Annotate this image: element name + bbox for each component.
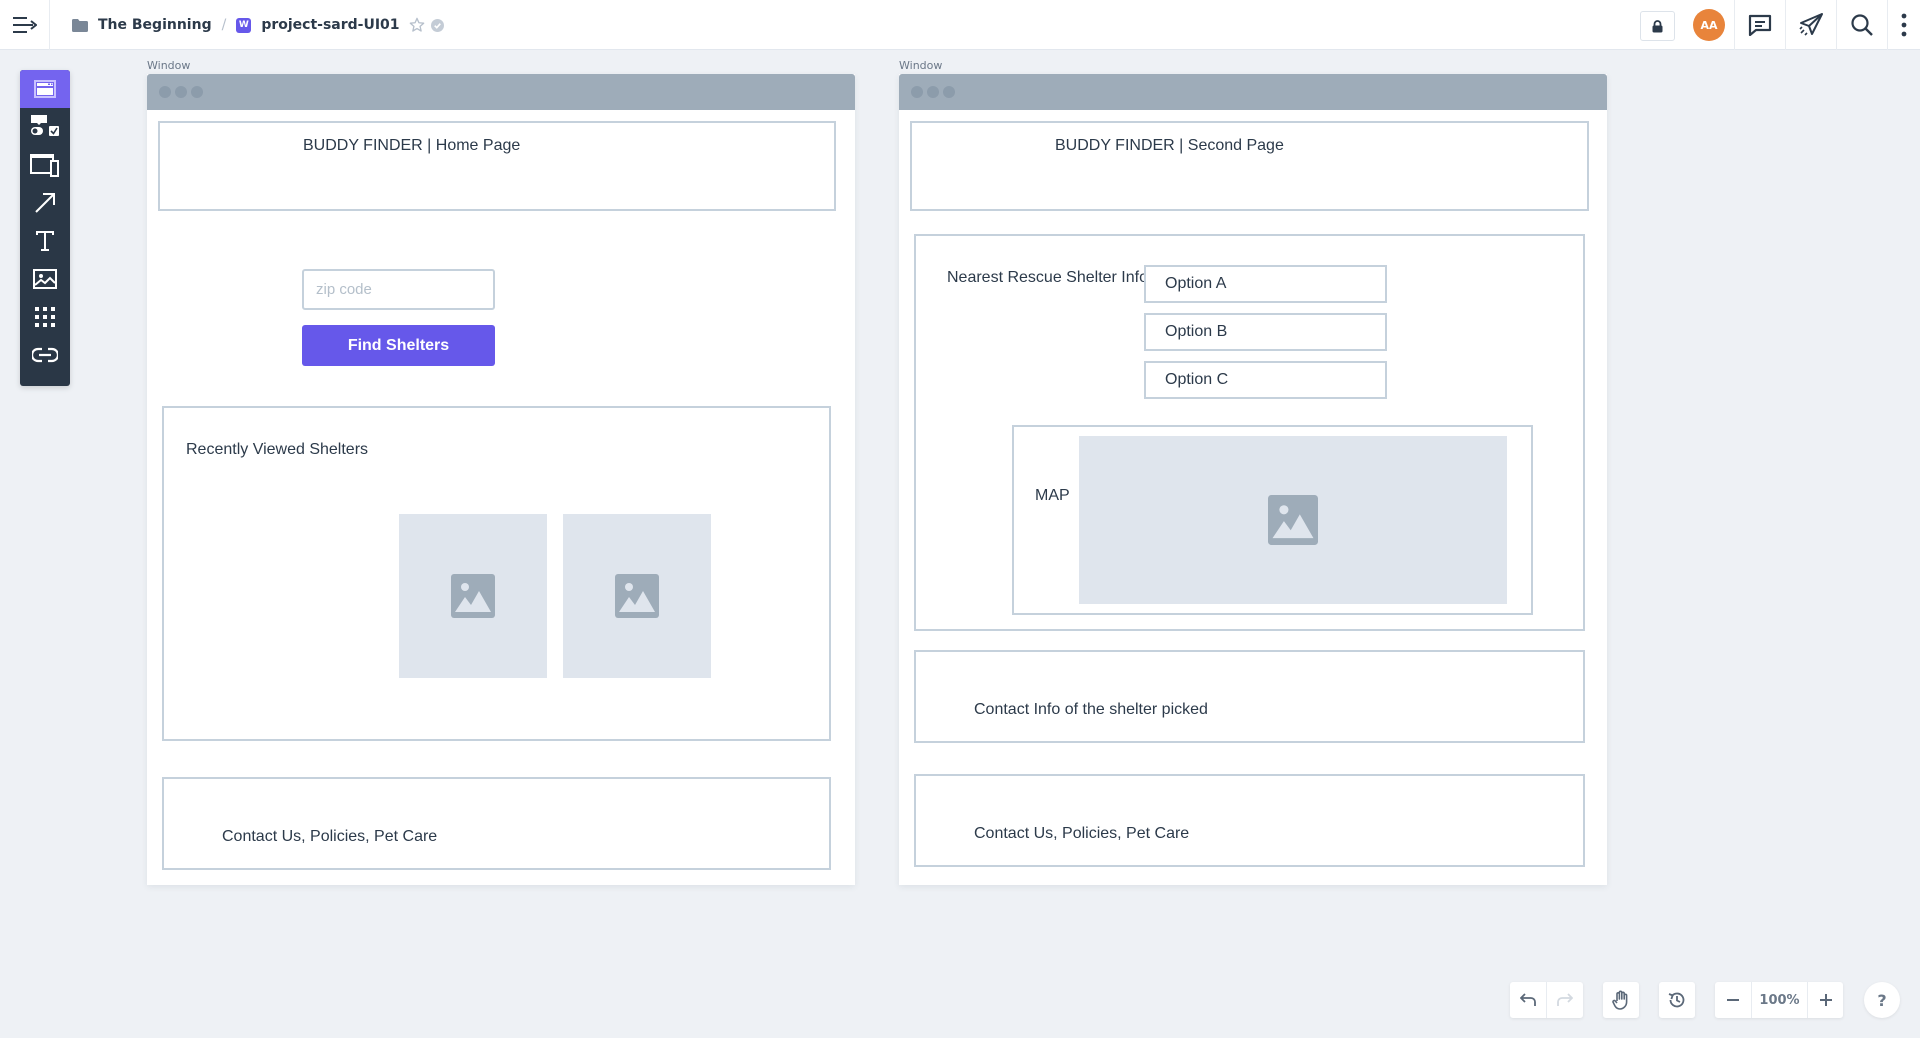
map-label: MAP [1035, 487, 1070, 504]
window-label: Window [899, 59, 943, 72]
form-elements-tool[interactable] [20, 108, 70, 146]
zoom-in-button[interactable] [1807, 982, 1843, 1018]
lock-button[interactable] [1640, 11, 1675, 41]
grid-tool[interactable] [20, 298, 70, 336]
image-tool[interactable] [20, 260, 70, 298]
window-icon [34, 80, 56, 98]
footer-links[interactable]: Contact Us, Policies, Pet Care [974, 825, 1189, 843]
breadcrumb: The Beginning / W project-sard-UI01 [72, 0, 444, 50]
image-placeholder-icon [451, 574, 495, 618]
redo-button[interactable] [1546, 982, 1583, 1018]
page-header-box: BUDDY FINDER | Home Page [158, 121, 836, 211]
window-dot [911, 86, 923, 98]
pan-group [1603, 982, 1639, 1018]
recently-viewed-heading: Recently Viewed Shelters [186, 441, 369, 458]
devices-tool[interactable] [20, 146, 70, 184]
comments-button[interactable] [1734, 0, 1785, 50]
user-avatar[interactable]: AA [1693, 9, 1725, 41]
tool-palette [20, 70, 70, 386]
zoom-group: 100% [1715, 982, 1843, 1018]
shelter-option-a[interactable]: Option A [1144, 265, 1387, 303]
image-placeholder-icon [1268, 495, 1318, 545]
text-tool[interactable] [20, 222, 70, 260]
home-page-window[interactable]: BUDDY FINDER | Home Page Find Shelters R… [147, 74, 855, 885]
breadcrumb-file-name[interactable]: project-sard-UI01 [261, 17, 399, 33]
devices-icon [30, 154, 59, 177]
arrow-icon [35, 193, 55, 213]
footer-box: Contact Us, Policies, Pet Care [914, 774, 1585, 867]
more-options-button[interactable] [1887, 0, 1920, 50]
text-icon [36, 231, 54, 251]
minus-icon [1727, 999, 1739, 1001]
image-placeholder-icon [615, 574, 659, 618]
shelter-thumbnail[interactable] [399, 514, 547, 678]
share-button[interactable] [1785, 0, 1836, 50]
menu-icon [13, 17, 37, 33]
shelter-option-c[interactable]: Option C [1144, 361, 1387, 399]
breadcrumb-separator: / [221, 17, 227, 33]
redo-icon [1557, 993, 1573, 1006]
window-titlebar [899, 74, 1607, 110]
window-dot [159, 86, 171, 98]
zip-code-input[interactable] [302, 269, 495, 310]
verified-check-icon [430, 18, 444, 32]
contact-info-box: Contact Info of the shelter picked [914, 650, 1585, 743]
window-dot [943, 86, 955, 98]
history-icon [1668, 992, 1685, 1008]
star-icon[interactable] [409, 17, 425, 33]
map-image-placeholder[interactable] [1079, 436, 1507, 604]
page-title: BUDDY FINDER | Home Page [303, 137, 521, 154]
window-titlebar [147, 74, 855, 110]
link-tool[interactable] [20, 336, 70, 374]
plus-icon [1819, 994, 1832, 1006]
send-icon [1799, 13, 1823, 36]
map-box: MAP [1012, 425, 1533, 615]
window-tool[interactable] [20, 70, 70, 108]
zoom-level[interactable]: 100% [1751, 982, 1807, 1018]
history-group [1659, 982, 1695, 1018]
window-dot [191, 86, 203, 98]
wireframe-badge-icon: W [236, 17, 252, 33]
image-icon [33, 269, 57, 289]
zoom-out-button[interactable] [1715, 982, 1751, 1018]
find-shelters-button[interactable]: Find Shelters [302, 325, 495, 366]
menu-button[interactable] [0, 0, 50, 50]
hand-icon [1612, 990, 1628, 1010]
folder-icon [72, 18, 88, 32]
link-icon [32, 347, 58, 363]
shelter-info-label: Nearest Rescue Shelter Info: [947, 269, 1153, 286]
version-history-button[interactable] [1659, 982, 1695, 1018]
footer-box: Contact Us, Policies, Pet Care [162, 777, 831, 870]
help-button[interactable]: ? [1864, 982, 1900, 1018]
comment-icon [1748, 14, 1772, 36]
form-elements-icon [31, 115, 59, 136]
lock-icon [1652, 19, 1663, 32]
second-page-window[interactable]: BUDDY FINDER | Second Page Nearest Rescu… [899, 74, 1607, 885]
page-title: BUDDY FINDER | Second Page [1055, 137, 1284, 154]
grid-icon [35, 307, 55, 327]
pan-hand-button[interactable] [1603, 982, 1639, 1018]
undo-icon [1520, 993, 1536, 1006]
undo-button[interactable] [1510, 982, 1546, 1018]
recently-viewed-box: Recently Viewed Shelters [162, 406, 831, 741]
page-header-box: BUDDY FINDER | Second Page [910, 121, 1589, 211]
search-icon [1851, 14, 1873, 36]
contact-info-text: Contact Info of the shelter picked [974, 701, 1208, 718]
shelter-option-b[interactable]: Option B [1144, 313, 1387, 351]
search-button[interactable] [1836, 0, 1887, 50]
window-dot [927, 86, 939, 98]
window-label: Window [147, 59, 191, 72]
arrow-tool[interactable] [20, 184, 70, 222]
footer-links[interactable]: Contact Us, Policies, Pet Care [222, 828, 437, 846]
window-dot [175, 86, 187, 98]
shelter-thumbnail[interactable] [563, 514, 711, 678]
top-header: The Beginning / W project-sard-UI01 AA [0, 0, 1920, 50]
breadcrumb-project-folder[interactable]: The Beginning [98, 17, 212, 33]
shelter-info-box: Nearest Rescue Shelter Info: Option A Op… [914, 234, 1585, 631]
undo-redo-group [1510, 982, 1583, 1018]
more-vertical-icon [1901, 13, 1907, 37]
